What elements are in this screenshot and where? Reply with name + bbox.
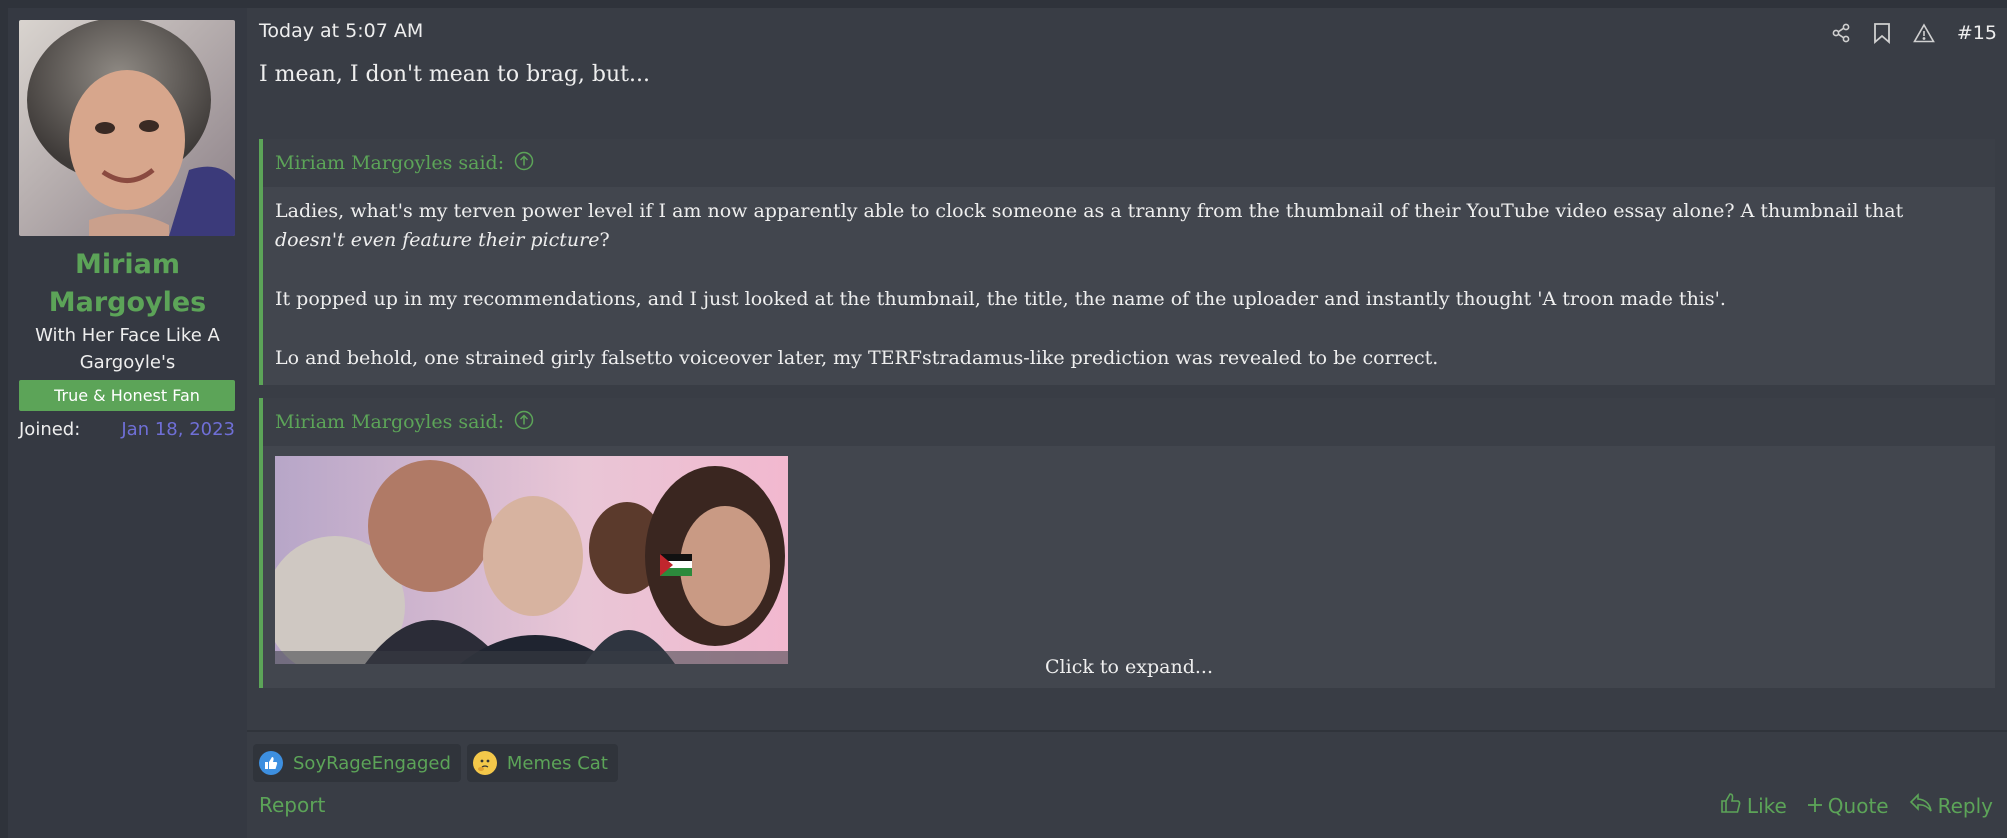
user-sidebar: Miriam Margoyles With Her Face Like A Ga… [8,8,247,838]
post-main: Today at 5:07 AM #15 I mean, I don't mea… [247,8,2007,838]
quote-header[interactable]: Miriam Margoyles said: [263,398,1995,446]
quote-paragraph: Lo and behold, one strained girly falset… [275,347,1439,369]
joined-date: Jan 18, 2023 [121,419,235,440]
quote-attribution[interactable]: Miriam Margoyles said: [275,411,504,433]
like-button[interactable]: Like [1720,792,1787,819]
plus-icon [1807,794,1823,818]
reaction-label: SoyRageEngaged [293,752,451,774]
joined-label: Joined: [19,419,81,440]
reaction-soyrage[interactable]: SoyRageEngaged [253,744,461,782]
reply-label: Reply [1937,793,1993,818]
quote-paragraph: Ladies, what's my terven power level if … [275,197,1977,255]
thumbs-up-icon [259,751,283,775]
quote-block: Miriam Margoyles said: Ladies, what's my… [259,139,1995,385]
quote-block: Miriam Margoyles said: Click to expand..… [259,398,1995,688]
divider [247,730,2007,732]
click-to-expand[interactable]: Click to expand... [263,656,1995,678]
quoted-image[interactable] [275,456,788,664]
report-link[interactable]: Report [259,793,325,817]
quote-emphasis: doesn't even feature their picture [275,229,600,251]
post-date[interactable]: Today at 5:07 AM [259,20,423,42]
quote-attribution[interactable]: Miriam Margoyles said: [275,152,504,174]
post-container: Miriam Margoyles With Her Face Like A Ga… [8,8,2007,838]
post-number[interactable]: #15 [1957,22,1997,44]
reaction-memes-cat[interactable]: Memes Cat [466,744,618,782]
post-actions: Like Quote Reply [1720,792,1993,819]
share-icon[interactable] [1831,23,1851,43]
like-label: Like [1746,793,1787,818]
quote-header[interactable]: Miriam Margoyles said: [263,139,1995,187]
arrow-up-circle-icon[interactable] [514,410,534,435]
quote-button[interactable]: Quote [1807,792,1889,819]
reaction-bar: SoyRageEngaged Memes Cat [253,744,618,782]
reply-button[interactable]: Reply [1909,792,1993,819]
post-message: I mean, I don't mean to brag, but... [259,62,650,87]
username[interactable]: Miriam Margoyles [8,246,247,322]
post-header-actions: #15 [1831,18,1997,48]
bookmark-icon[interactable] [1873,22,1891,44]
thumbs-up-icon [1720,792,1742,819]
quote-label: Quote [1827,793,1889,818]
quote-text: ? [599,229,610,251]
user-title: With Her Face Like A Gargoyle's [35,325,220,373]
reaction-label: Memes Cat [506,752,608,774]
avatar[interactable] [19,20,235,236]
thinking-face-icon [472,751,497,775]
user-banner: True & Honest Fan [19,380,235,411]
quote-body: Ladies, what's my terven power level if … [263,187,1995,373]
arrow-up-circle-icon[interactable] [514,151,534,176]
quote-text: Ladies, what's my terven power level if … [275,200,1904,222]
quote-paragraph: It popped up in my recommendations, and … [275,288,1726,310]
warning-icon[interactable] [1913,23,1935,43]
reply-arrow-icon [1909,793,1933,818]
